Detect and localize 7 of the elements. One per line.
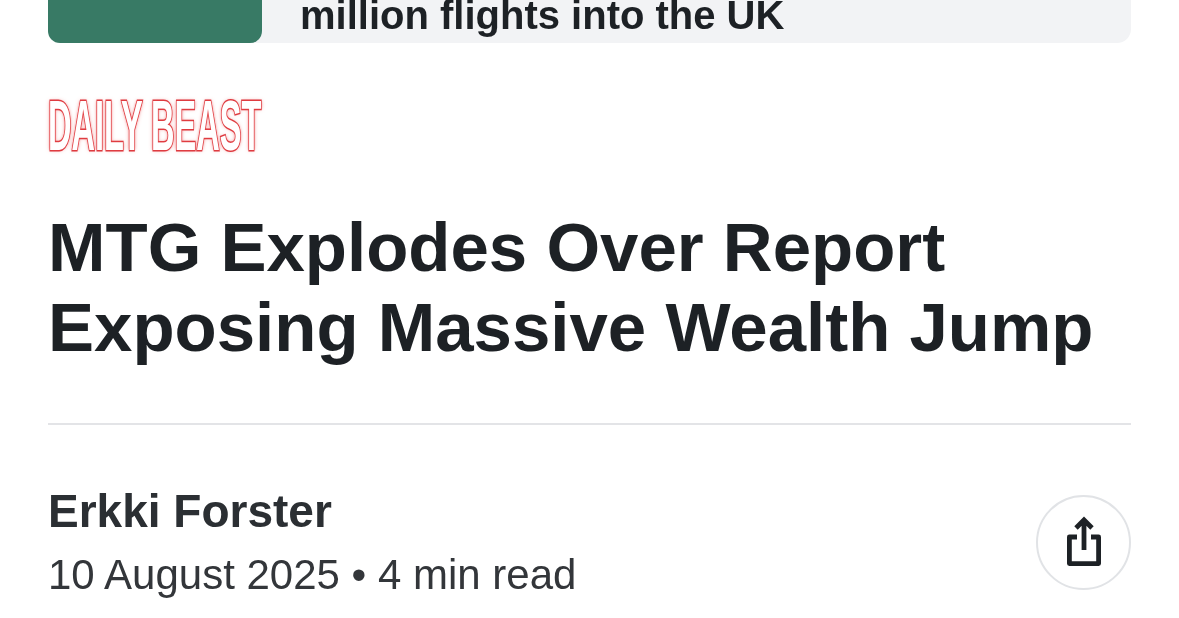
- article-card[interactable]: million flights into the UK: [48, 0, 1131, 43]
- share-icon: [1064, 516, 1103, 568]
- publish-info: 10 August 2025 • 4 min read: [48, 550, 577, 600]
- card-title: million flights into the UK: [300, 0, 785, 39]
- article-headline: MTG Explodes Over Report Exposing Massive Wealth Jump: [48, 208, 1095, 368]
- publisher-logo: DAILY BEAST: [48, 91, 262, 161]
- author-name: Erkki Forster: [48, 484, 333, 539]
